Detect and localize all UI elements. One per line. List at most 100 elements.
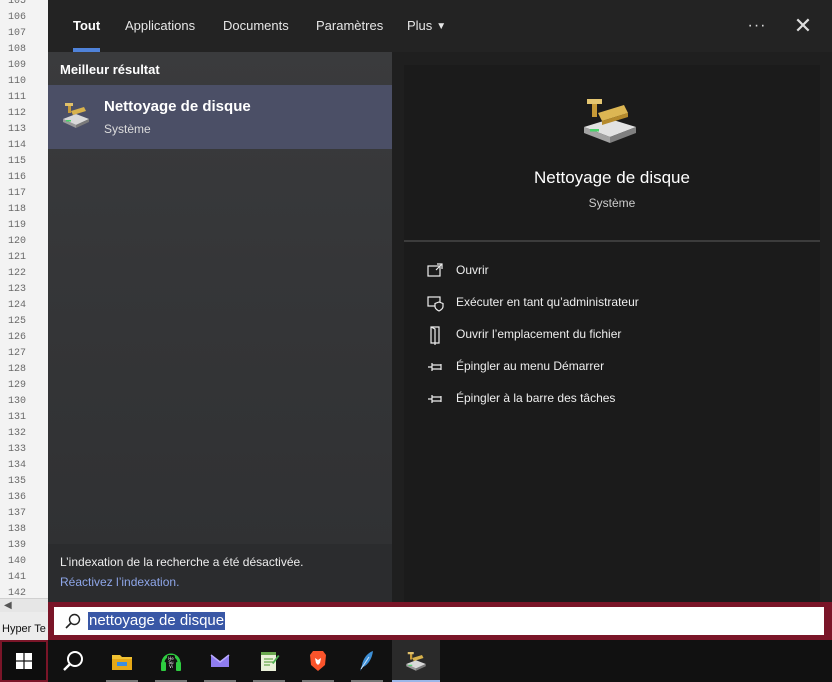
line-number: 130 xyxy=(8,396,27,407)
tab-documents[interactable]: Documents xyxy=(223,0,289,52)
best-result-name: Nettoyage de disque xyxy=(104,98,251,115)
search-query-text: nettoyage de disque xyxy=(88,612,226,630)
hesuvi-icon: HeSuVi xyxy=(161,653,181,671)
start-icon xyxy=(16,653,32,669)
tab-label: Documents xyxy=(223,18,289,33)
taskbar-mail[interactable] xyxy=(196,640,244,682)
tab-parametres[interactable]: Paramètres xyxy=(316,0,383,52)
line-number: 127 xyxy=(8,348,27,359)
action-label: Ouvrir xyxy=(456,263,489,277)
tab-label: Applications xyxy=(125,18,196,33)
pin-icon xyxy=(428,395,442,403)
line-number: 135 xyxy=(8,476,27,487)
tab-applications[interactable]: Applications xyxy=(125,0,195,52)
tab-tout[interactable]: Tout xyxy=(73,0,101,52)
taskbar-brave[interactable] xyxy=(294,640,342,682)
line-number: 136 xyxy=(8,492,27,503)
background-editor: 105 106 107 108 109 110 111 112 113 114 115 116 117 1… xyxy=(0,0,49,612)
tab-label: Paramètres xyxy=(316,18,384,33)
results-pane: Meilleur résultat Nettoyage de disque Sy… xyxy=(48,52,392,602)
line-number: 126 xyxy=(8,332,27,343)
disk-cleanup-icon xyxy=(63,103,89,128)
line-number: 116 xyxy=(8,172,27,183)
line-number: 111 xyxy=(8,92,27,103)
line-number: 128 xyxy=(8,364,27,375)
scroll-left-icon[interactable]: ◀ xyxy=(4,599,12,612)
detail-pane: Nettoyage de disque Système Ouvrir Exécu… xyxy=(404,65,820,602)
search-icon xyxy=(63,651,83,671)
detail-app-name: Nettoyage de disque xyxy=(534,168,690,187)
line-number: 120 xyxy=(8,236,27,247)
section-title: Meilleur résultat xyxy=(60,62,160,77)
line-number: 121 xyxy=(8,252,27,263)
search-box-frame: nettoyage de disque xyxy=(48,602,832,640)
line-number: 117 xyxy=(8,188,27,199)
line-number: 118 xyxy=(8,204,27,215)
taskbar-notepad[interactable] xyxy=(245,640,293,682)
action-label: Épingler à la barre des tâches xyxy=(456,391,616,405)
line-number: 119 xyxy=(8,220,27,231)
tab-label: Tout xyxy=(73,18,101,33)
start-button[interactable] xyxy=(0,640,48,682)
line-number: 139 xyxy=(8,540,27,551)
line-number: 124 xyxy=(8,300,27,311)
line-number: 141 xyxy=(8,572,27,583)
close-button[interactable]: ✕ xyxy=(788,12,818,40)
action-label: Épingler au menu Démarrer xyxy=(456,359,605,373)
indexing-notice: L’indexation de la recherche a été désac… xyxy=(48,544,392,602)
search-input[interactable]: nettoyage de disque xyxy=(54,607,824,635)
taskbar-hesuvi[interactable]: He Su Vi xyxy=(147,640,195,682)
line-number: 105 xyxy=(8,0,27,7)
shield-icon xyxy=(427,296,444,312)
line-number: 132 xyxy=(8,428,27,439)
caret-down-icon: ▼ xyxy=(436,21,447,32)
line-number: 122 xyxy=(8,268,27,279)
action-label: Exécuter en tant qu’administrateur xyxy=(456,295,639,309)
more-options-button[interactable]: ··· xyxy=(742,12,772,40)
search-icon xyxy=(65,613,81,629)
feather-pen-icon xyxy=(360,651,373,671)
indexing-notice-text: L’indexation de la recherche a été désac… xyxy=(60,555,304,569)
divider xyxy=(404,240,820,242)
best-result-item[interactable]: Nettoyage de disque Système xyxy=(48,85,392,149)
line-number: 138 xyxy=(8,524,27,535)
pin-icon xyxy=(428,363,442,371)
line-number: 107 xyxy=(8,28,27,39)
tab-label: Plus xyxy=(407,18,433,33)
disk-cleanup-icon xyxy=(584,99,636,143)
line-number: 106 xyxy=(8,12,27,23)
best-result-subtitle: Système xyxy=(104,122,151,136)
line-number: 115 xyxy=(8,156,27,167)
line-number: 113 xyxy=(8,124,27,135)
taskbar-disk-cleanup[interactable] xyxy=(392,640,440,682)
line-number: 110 xyxy=(8,76,27,87)
line-number: 134 xyxy=(8,460,27,471)
tab-plus[interactable]: Plus ▼ xyxy=(407,0,446,52)
notepad-icon xyxy=(261,652,280,671)
taskbar-file-explorer[interactable] xyxy=(98,640,146,682)
action-label: Ouvrir l’emplacement du fichier xyxy=(456,327,622,341)
svg-text:Vi: Vi xyxy=(169,664,173,669)
open-icon xyxy=(427,263,443,277)
line-number: 108 xyxy=(8,44,27,55)
file-explorer-icon xyxy=(112,655,132,670)
line-number: 114 xyxy=(8,140,27,151)
line-number: 112 xyxy=(8,108,27,119)
line-number: 133 xyxy=(8,444,27,455)
line-number: 131 xyxy=(8,412,27,423)
search-flyout: Tout Applications Documents Paramètres P… xyxy=(48,0,832,602)
reactivate-indexing-link[interactable]: Réactivez l’indexation. xyxy=(60,575,179,589)
horizontal-scrollbar[interactable]: ◀ xyxy=(0,598,48,612)
taskbar-pen-app[interactable] xyxy=(343,640,391,682)
background-window-caption: Hyper Te xyxy=(2,623,46,635)
line-number: 140 xyxy=(8,556,27,567)
taskbar-search-button[interactable] xyxy=(49,640,97,682)
line-number: 109 xyxy=(8,60,27,71)
line-number: 125 xyxy=(8,316,27,327)
line-number: 137 xyxy=(8,508,27,519)
mail-icon xyxy=(210,654,230,667)
file-location-icon xyxy=(430,326,440,345)
disk-cleanup-icon xyxy=(406,652,426,671)
line-number: 123 xyxy=(8,284,27,295)
line-numbers: 105 106 107 108 109 110 111 112 113 114 115 116 117 1… xyxy=(0,0,34,612)
